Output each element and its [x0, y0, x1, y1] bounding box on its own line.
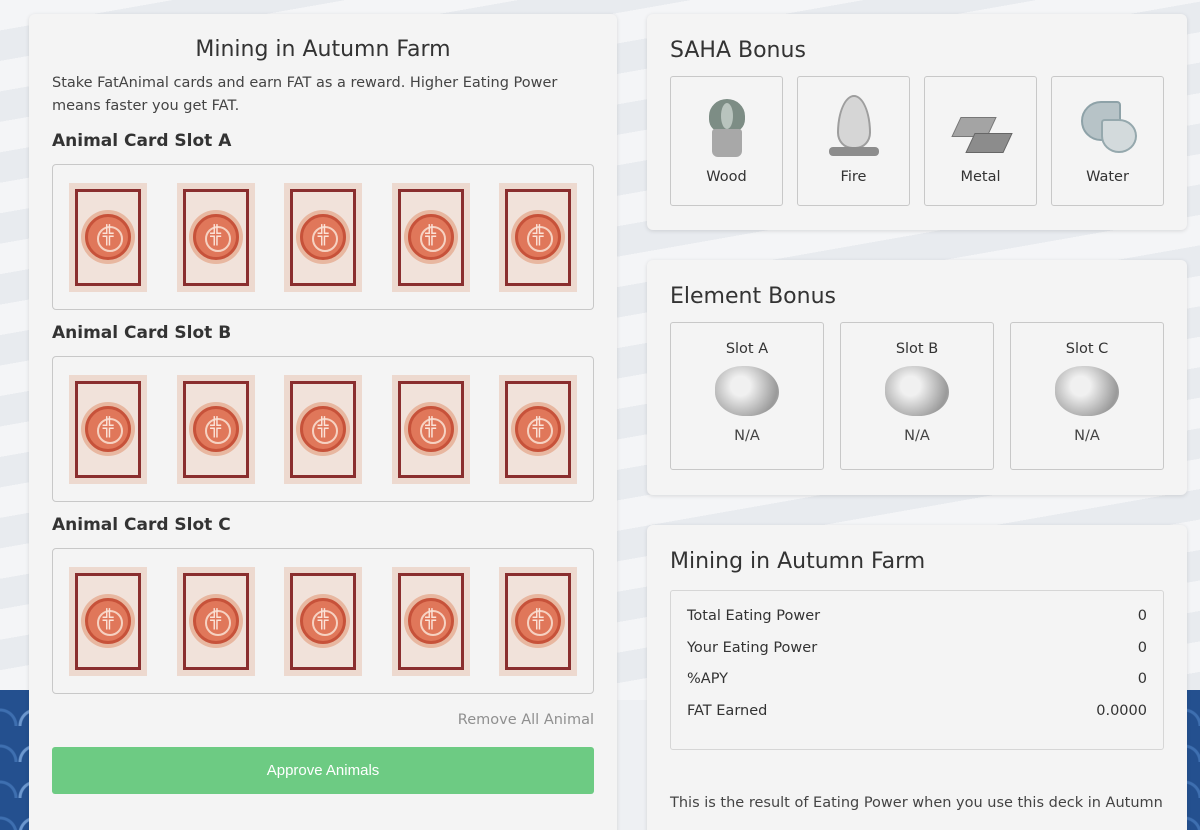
- element-slot-label: Slot B: [895, 341, 939, 357]
- slot-b-heading: Animal Card Slot B: [52, 323, 232, 343]
- water-splash-icon: [1073, 91, 1143, 161]
- stat-label: Your Eating Power: [687, 639, 818, 656]
- staking-panel: Mining in Autumn Farm Stake FatAnimal ca…: [29, 14, 617, 830]
- card-back-emblem-icon: [515, 598, 561, 644]
- mining-stats-box: Total Eating Power 0 Your Eating Power 0…: [670, 590, 1164, 750]
- empty-card-slot[interactable]: [391, 566, 470, 676]
- saha-bonus-panel: SAHA Bonus Wood Fire Metal Water: [647, 14, 1187, 230]
- empty-card-slot[interactable]: [176, 566, 255, 676]
- element-slot-label: Slot A: [725, 341, 769, 357]
- empty-card-slot[interactable]: [284, 374, 362, 484]
- element-bonus-grid: Slot A N/A Slot B N/A Slot C N/A: [670, 322, 1164, 470]
- mining-stats-panel: Mining in Autumn Farm Total Eating Power…: [647, 525, 1187, 830]
- saha-label: Water: [1086, 169, 1129, 185]
- stat-row-fat-earned: FAT Earned 0.0000: [687, 703, 1147, 735]
- empty-card-slot[interactable]: [176, 374, 255, 484]
- stat-value: 0: [1137, 639, 1147, 656]
- element-slot-c: Slot C N/A: [1010, 322, 1164, 470]
- card-back-emblem-icon: [300, 214, 346, 260]
- remove-all-animal-link[interactable]: Remove All Animal: [52, 712, 594, 728]
- metal-ingot-icon: [946, 91, 1016, 161]
- stat-row-your-eating-power: Your Eating Power 0: [687, 640, 1147, 672]
- staking-description: Stake FatAnimal cards and earn FAT as a …: [52, 75, 558, 114]
- slot-a-cards: [52, 164, 594, 310]
- saha-label: Fire: [840, 169, 867, 185]
- stat-value: 0.0000: [1096, 702, 1147, 719]
- saha-bonus-title: SAHA Bonus: [670, 38, 806, 63]
- card-back-emblem-icon: [407, 406, 454, 452]
- empty-card-slot[interactable]: [69, 374, 147, 484]
- card-back-emblem-icon: [300, 406, 346, 452]
- card-back-emblem-icon: [407, 214, 454, 260]
- wood-plant-icon: [692, 91, 762, 161]
- saha-item-metal: Metal: [924, 76, 1037, 206]
- stat-label: FAT Earned: [687, 702, 768, 719]
- empty-card-slot[interactable]: [176, 182, 255, 292]
- approve-animals-button[interactable]: Approve Animals: [52, 747, 594, 794]
- card-back-emblem-icon: [407, 598, 454, 644]
- saha-label: Wood: [706, 169, 747, 185]
- empty-card-slot[interactable]: [284, 566, 362, 676]
- slot-a-section: Animal Card Slot A: [52, 131, 594, 310]
- empty-card-slot[interactable]: [69, 566, 147, 676]
- empty-card-slot[interactable]: [499, 374, 577, 484]
- slot-c-heading: Animal Card Slot C: [52, 515, 231, 535]
- card-back-emblem-icon: [515, 214, 561, 260]
- saha-item-water: Water: [1051, 76, 1164, 206]
- element-bonus-title: Element Bonus: [670, 284, 836, 309]
- mining-note: This is the result of Eating Power when …: [670, 795, 1163, 811]
- saha-item-wood: Wood: [670, 76, 783, 206]
- element-blob-icon: [715, 366, 779, 416]
- element-slot-label: Slot C: [1065, 341, 1109, 357]
- stat-value: 0: [1137, 671, 1147, 687]
- mining-stats-title: Mining in Autumn Farm: [670, 549, 926, 574]
- slot-a-heading: Animal Card Slot A: [52, 131, 232, 151]
- element-value: N/A: [1074, 428, 1100, 444]
- stat-row-total-eating-power: Total Eating Power 0: [687, 608, 1147, 640]
- card-back-emblem-icon: [192, 214, 239, 260]
- empty-card-slot[interactable]: [391, 182, 470, 292]
- card-back-emblem-icon: [192, 406, 239, 452]
- slot-b-cards: [52, 356, 594, 502]
- empty-card-slot[interactable]: [391, 374, 470, 484]
- card-back-emblem-icon: [515, 406, 561, 452]
- empty-card-slot[interactable]: [284, 182, 362, 292]
- element-blob-icon: [885, 366, 949, 416]
- element-slot-b: Slot B N/A: [840, 322, 994, 470]
- empty-card-slot[interactable]: [69, 182, 147, 292]
- staking-panel-title: Mining in Autumn Farm: [195, 37, 451, 62]
- element-value: N/A: [734, 428, 760, 444]
- saha-item-fire: Fire: [797, 76, 910, 206]
- card-back-emblem-icon: [85, 214, 131, 260]
- fire-icon: [819, 91, 889, 161]
- saha-label: Metal: [960, 169, 1001, 185]
- card-back-emblem-icon: [192, 598, 239, 644]
- stat-value: 0: [1137, 608, 1147, 624]
- element-bonus-panel: Element Bonus Slot A N/A Slot B N/A Slot…: [647, 260, 1187, 495]
- empty-card-slot[interactable]: [499, 566, 577, 676]
- card-back-emblem-icon: [85, 598, 131, 644]
- slot-c-cards: [52, 548, 594, 694]
- element-blob-icon: [1055, 366, 1119, 416]
- element-slot-a: Slot A N/A: [670, 322, 824, 470]
- element-value: N/A: [904, 428, 930, 444]
- card-back-emblem-icon: [85, 406, 131, 452]
- card-back-emblem-icon: [300, 598, 346, 644]
- slot-b-section: Animal Card Slot B: [52, 323, 594, 502]
- empty-card-slot[interactable]: [499, 182, 577, 292]
- stat-label: %APY: [687, 671, 728, 687]
- slot-c-section: Animal Card Slot C: [52, 515, 594, 694]
- stat-row-apy: %APY 0: [687, 671, 1147, 703]
- stat-label: Total Eating Power: [687, 608, 821, 624]
- saha-bonus-grid: Wood Fire Metal Water: [670, 76, 1164, 206]
